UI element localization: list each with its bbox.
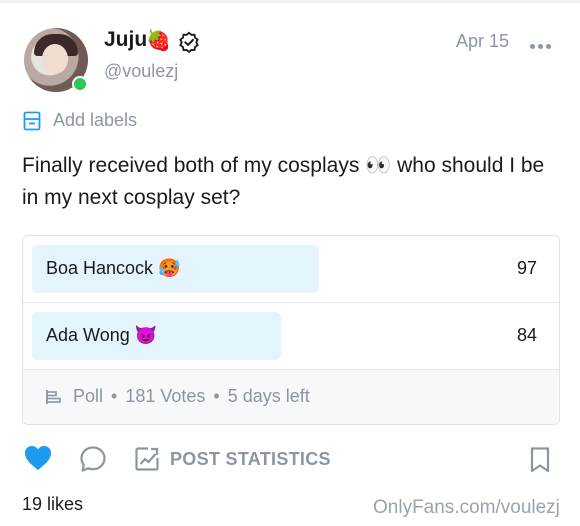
poll-summary: Poll • 181 Votes • 5 days left bbox=[73, 386, 310, 407]
poll-option-votes: 97 bbox=[516, 258, 537, 278]
poll-icon bbox=[46, 390, 61, 404]
poll-votes-total: 181 Votes bbox=[125, 386, 206, 406]
statistics-icon[interactable] bbox=[134, 446, 160, 472]
online-status-indicator bbox=[72, 76, 88, 92]
post-date: Apr 15 bbox=[456, 31, 510, 51]
poll-option-votes: 84 bbox=[516, 325, 537, 345]
bookmark-icon[interactable] bbox=[528, 446, 552, 474]
separator-dot: • bbox=[111, 386, 118, 406]
separator-dot: • bbox=[213, 386, 220, 406]
post-statistics-button[interactable]: POST STATISTICS bbox=[170, 449, 331, 470]
poll-option-label: Ada Wong 😈 bbox=[46, 325, 158, 345]
labels-icon[interactable] bbox=[23, 111, 41, 131]
poll-time-left: 5 days left bbox=[227, 386, 310, 406]
avatar-face bbox=[42, 44, 68, 74]
poll-footer: Poll • 181 Votes • 5 days left bbox=[23, 370, 559, 424]
poll-option[interactable]: Boa Hancock 🥵 97 bbox=[23, 236, 559, 303]
likes-count[interactable]: 19 likes bbox=[22, 494, 83, 515]
verified-badge-icon bbox=[179, 31, 199, 53]
name-emoji: 🍓 bbox=[146, 30, 171, 52]
heart-icon[interactable] bbox=[24, 445, 52, 471]
display-name[interactable]: Juju bbox=[104, 28, 147, 52]
site-watermark: OnlyFans.com/voulezj bbox=[373, 497, 560, 518]
user-handle[interactable]: @voulezj bbox=[104, 61, 178, 82]
poll-option[interactable]: Ada Wong 😈 84 bbox=[23, 303, 559, 370]
poll-option-label: Boa Hancock 🥵 bbox=[46, 258, 181, 278]
more-dots-icon[interactable] bbox=[530, 36, 558, 49]
poll: RV.COM Boa Hancock 🥵 97 Ada Wong 😈 84 Po… bbox=[22, 235, 560, 425]
post-text: Finally received both of my cosplays 👀 w… bbox=[22, 154, 545, 209]
add-labels-link[interactable]: Add labels bbox=[53, 110, 137, 131]
poll-type-label: Poll bbox=[73, 386, 104, 406]
comment-icon[interactable] bbox=[79, 445, 107, 473]
top-divider bbox=[0, 0, 580, 3]
